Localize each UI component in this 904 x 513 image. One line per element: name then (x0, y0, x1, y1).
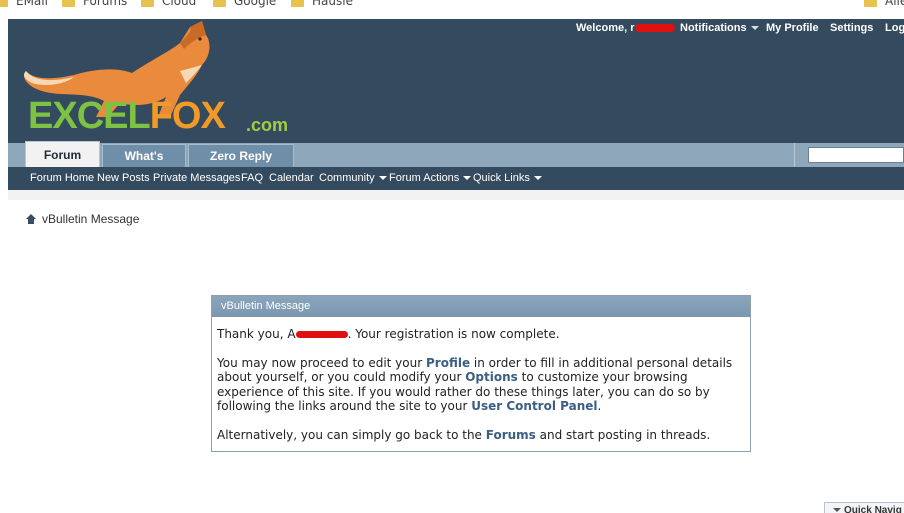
user-toolbar: Welcome, r Notifications My Profile Sett… (564, 22, 904, 38)
username-redacted[interactable]: r (630, 22, 675, 34)
logo-domain-suffix: .com (246, 115, 289, 135)
user-control-panel-link[interactable]: User Control Panel (471, 399, 597, 413)
welcome-text: Welcome, r (576, 22, 675, 34)
nav-calendar[interactable]: Calendar (269, 172, 314, 184)
logo-wordmark: EXCELFOX (28, 95, 226, 137)
settings-link[interactable]: Settings (830, 22, 873, 34)
search-area (794, 143, 904, 167)
bookmark-hausle[interactable]: Hausle (291, 0, 353, 10)
folder-icon (864, 0, 877, 7)
my-profile-link[interactable]: My Profile (766, 22, 819, 34)
message-box-title: vBulletin Message (212, 296, 750, 317)
forum-page: EXCELFOX .com Welcome, r Notifications M… (8, 19, 904, 513)
breadcrumb: vBulletin Message (26, 212, 139, 226)
nav-forum-actions[interactable]: Forum Actions (389, 172, 472, 184)
chevron-down-icon (463, 176, 472, 181)
bookmark-forums[interactable]: Forums (62, 0, 127, 10)
tab-whats-new[interactable]: What's New? (102, 144, 186, 185)
folder-icon (291, 0, 304, 7)
chevron-down-icon (533, 176, 542, 181)
nav-community[interactable]: Community (319, 172, 387, 184)
nav-forum-home[interactable]: Forum Home (30, 172, 94, 184)
quick-navigation-button[interactable]: Quick Navig (824, 502, 904, 513)
nav-faq[interactable]: FAQ (241, 172, 263, 184)
breadcrumb-current: vBulletin Message (42, 212, 140, 226)
profile-link[interactable]: Profile (426, 356, 470, 370)
folder-icon (62, 0, 75, 7)
chevron-down-icon (833, 508, 841, 513)
redaction-mark (295, 331, 348, 338)
chevron-down-icon (750, 26, 759, 31)
bookmark-google[interactable]: Google (213, 0, 276, 10)
nav-new-posts[interactable]: New Posts (97, 172, 150, 184)
bookmark-cloud[interactable]: Cloud (141, 0, 196, 10)
redaction-mark (634, 24, 675, 33)
chevron-down-icon (378, 176, 387, 181)
folder-icon (141, 0, 154, 7)
main-tabs: Forum What's New? Zero Reply Posts (8, 141, 904, 185)
message-body: Thank you, A. Your registration is now c… (212, 317, 750, 442)
folder-icon (213, 0, 226, 7)
site-header: EXCELFOX .com Welcome, r Notifications M… (8, 19, 904, 143)
bookmark-email[interactable]: EMail (0, 0, 48, 10)
search-input[interactable] (808, 147, 904, 163)
tab-forum[interactable]: Forum (25, 141, 100, 167)
username-redacted: A (287, 327, 348, 341)
nav-quick-links[interactable]: Quick Links (473, 172, 542, 184)
logout-link[interactable]: Log (885, 22, 904, 34)
alternative-text: Alternatively, you can simply go back to… (217, 427, 711, 442)
registration-complete-text: Thank you, A. Your registration is now c… (217, 327, 560, 341)
bookmark-alle[interactable]: Alle (864, 0, 904, 10)
main-content: vBulletin Message vBulletin Message Than… (8, 200, 904, 513)
forums-link[interactable]: Forums (486, 428, 536, 442)
folder-icon (0, 0, 8, 7)
next-steps-text: You may now proceed to edit your Profile… (217, 355, 733, 414)
home-icon[interactable] (26, 214, 36, 224)
sub-navigation: Forum Home New Posts Private Messages FA… (8, 167, 904, 190)
nav-private-messages[interactable]: Private Messages (153, 172, 240, 184)
notifications-menu[interactable]: Notifications (680, 22, 759, 34)
site-logo[interactable]: EXCELFOX .com (20, 21, 310, 139)
tab-zero-reply-posts[interactable]: Zero Reply Posts (188, 144, 294, 185)
bookmarks-bar: EMail Forums Cloud Google Hausle Alle (0, 0, 904, 18)
message-box: vBulletin Message Thank you, A. Your reg… (211, 295, 751, 452)
options-link[interactable]: Options (465, 370, 518, 384)
